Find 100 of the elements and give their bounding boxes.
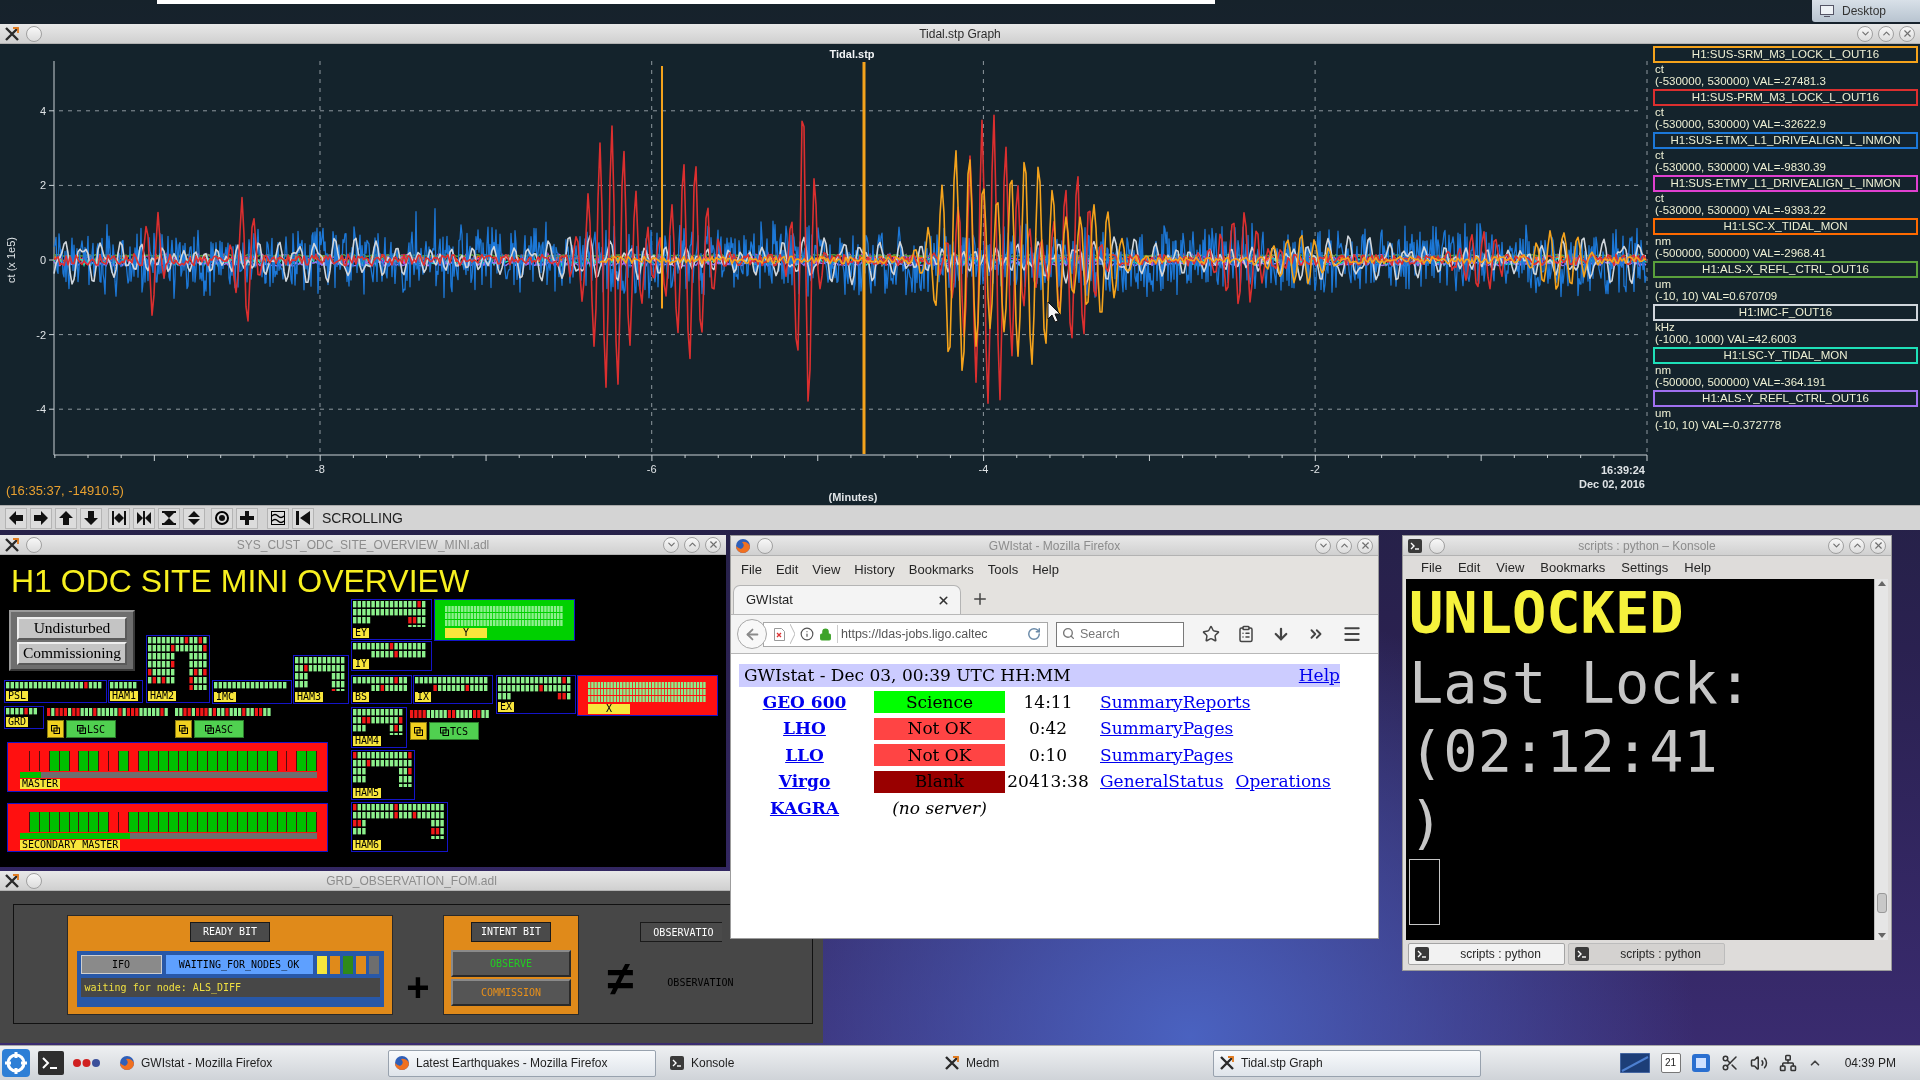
help-link[interactable]: Help (1298, 662, 1340, 689)
menu-item[interactable]: Edit (768, 559, 806, 580)
minimize-button[interactable] (1828, 537, 1844, 554)
task-button[interactable]: Konsole (663, 1049, 931, 1077)
close-button[interactable] (705, 536, 721, 553)
toolbar-button[interactable] (55, 507, 77, 529)
toolbar-button[interactable] (183, 507, 205, 529)
subsystem-label: EX (498, 702, 515, 712)
scroll-up-icon[interactable] (1877, 581, 1886, 586)
page-link[interactable]: Operations (1235, 769, 1331, 795)
toolbar-button[interactable] (211, 507, 233, 529)
menu-item[interactable]: History (847, 559, 902, 580)
site-link[interactable]: Virgo (778, 769, 831, 795)
terminal-icon[interactable] (38, 1051, 64, 1075)
legend-entry-title: H1:LSC-Y_TIDAL_MON (1653, 347, 1918, 364)
new-tab-icon[interactable] (971, 590, 989, 608)
mode-button[interactable]: Undisturbed (17, 616, 127, 640)
speaker-icon[interactable] (1749, 1054, 1768, 1072)
three-dots-icon[interactable] (73, 1059, 100, 1067)
crosshair-icon[interactable] (2, 1049, 30, 1077)
task-button[interactable]: Tidal.stp Graph (1213, 1049, 1481, 1077)
page-link[interactable]: GeneralStatus (1100, 769, 1224, 795)
download-icon[interactable] (1272, 625, 1290, 643)
scissors-icon[interactable] (1720, 1054, 1739, 1072)
calendar-widget[interactable]: 21 (1660, 1053, 1681, 1073)
close-button[interactable] (1357, 537, 1373, 554)
scroll-down-icon[interactable] (1877, 933, 1886, 938)
site-link[interactable]: GEO 600 (762, 689, 847, 715)
task-button[interactable]: Medm (938, 1049, 1206, 1077)
site-link[interactable]: KAGRA (769, 795, 840, 821)
cross-logo-icon (1220, 1056, 1234, 1070)
menu-item[interactable]: Help (1676, 557, 1720, 578)
reload-icon[interactable] (1027, 627, 1041, 641)
menu-item[interactable]: Help (1025, 559, 1066, 580)
monitor-icon[interactable] (1619, 1053, 1650, 1073)
terminal-tab[interactable]: scripts : python (1408, 943, 1565, 965)
toolbar-button[interactable] (30, 507, 52, 529)
site-link[interactable]: LLO (785, 742, 824, 768)
clipboard-icon[interactable] (1237, 625, 1256, 643)
related-display-button[interactable] (47, 720, 64, 738)
toolbar-button[interactable] (267, 507, 289, 529)
menu-icon[interactable] (1341, 624, 1362, 644)
maximize-button[interactable] (1878, 25, 1894, 42)
menu-item[interactable]: Bookmarks (901, 559, 981, 580)
toolbar-button[interactable] (292, 507, 314, 529)
toolbar-button[interactable] (158, 507, 180, 529)
subsystem-button[interactable]: LSC (66, 720, 116, 738)
node-button[interactable]: IFO (80, 955, 162, 974)
related-display-button[interactable] (175, 720, 192, 738)
toolbar-button[interactable] (108, 507, 130, 529)
page-link[interactable]: SummaryPages (1100, 716, 1234, 742)
star-icon[interactable] (1202, 625, 1221, 643)
close-button[interactable] (1899, 25, 1915, 42)
toolbar-button[interactable] (80, 507, 102, 529)
task-button[interactable]: Latest Earthquakes - Mozilla Firefox (388, 1049, 656, 1077)
scrollbar[interactable] (1874, 579, 1888, 940)
toolbar-button[interactable] (5, 507, 27, 529)
show-desktop-button[interactable]: Desktop (1812, 0, 1920, 22)
close-tab-icon[interactable] (937, 593, 950, 607)
toolbar-button[interactable] (133, 507, 155, 529)
lock-icon (819, 627, 832, 641)
back-button[interactable] (737, 619, 767, 649)
menu-item[interactable]: File (1413, 557, 1450, 578)
site-link[interactable]: LHO (783, 716, 826, 742)
menu-item[interactable]: Settings (1613, 557, 1677, 578)
observation-button[interactable]: OBSERVATIO (640, 922, 723, 942)
arrow-right-icon (34, 511, 48, 525)
url-field[interactable]: https://ldas-jobs.ligo.caltec (763, 621, 1048, 647)
network-icon[interactable] (1778, 1054, 1797, 1072)
menu-item[interactable]: Tools (980, 559, 1026, 580)
clock[interactable]: 04:39 PM (1844, 1054, 1896, 1072)
menu-item[interactable]: View (805, 559, 848, 580)
maximize-button[interactable] (1849, 537, 1865, 554)
maximize-button[interactable] (1336, 537, 1352, 554)
intent-button[interactable]: OBSERVE (451, 950, 571, 977)
page-link[interactable]: SummaryReports (1100, 689, 1251, 715)
y-axis-title: ct (x 1e5) (4, 237, 17, 283)
square-tile-icon[interactable] (1691, 1054, 1710, 1072)
related-display-button[interactable] (410, 722, 427, 740)
browser-tab[interactable]: GWIstat (733, 585, 961, 614)
subsystem-button[interactable]: ASC (194, 720, 244, 738)
terminal-tab[interactable]: scripts : python (1568, 943, 1725, 965)
search-field[interactable]: Search (1056, 621, 1184, 647)
minimize-button[interactable] (1857, 25, 1873, 42)
close-button[interactable] (1870, 537, 1886, 554)
menu-item[interactable]: Bookmarks (1532, 557, 1614, 578)
menu-item[interactable]: Edit (1449, 557, 1489, 578)
menu-item[interactable]: View (1488, 557, 1533, 578)
time-cell-text: 0:10 (1028, 743, 1068, 767)
scrollbar-thumb[interactable] (1876, 893, 1887, 913)
menu-item[interactable]: File (734, 559, 769, 580)
minimize-button[interactable] (663, 536, 679, 553)
subsystem-button[interactable]: TCS (429, 722, 479, 740)
toolbar-button[interactable] (236, 507, 258, 529)
mode-button[interactable]: Commissioning (17, 641, 127, 665)
task-button[interactable]: GWIstat - Mozilla Firefox (113, 1049, 381, 1077)
maximize-button[interactable] (684, 536, 700, 553)
page-link[interactable]: SummaryPages (1100, 742, 1234, 768)
info-icon[interactable] (800, 627, 814, 641)
minimize-button[interactable] (1315, 537, 1331, 554)
